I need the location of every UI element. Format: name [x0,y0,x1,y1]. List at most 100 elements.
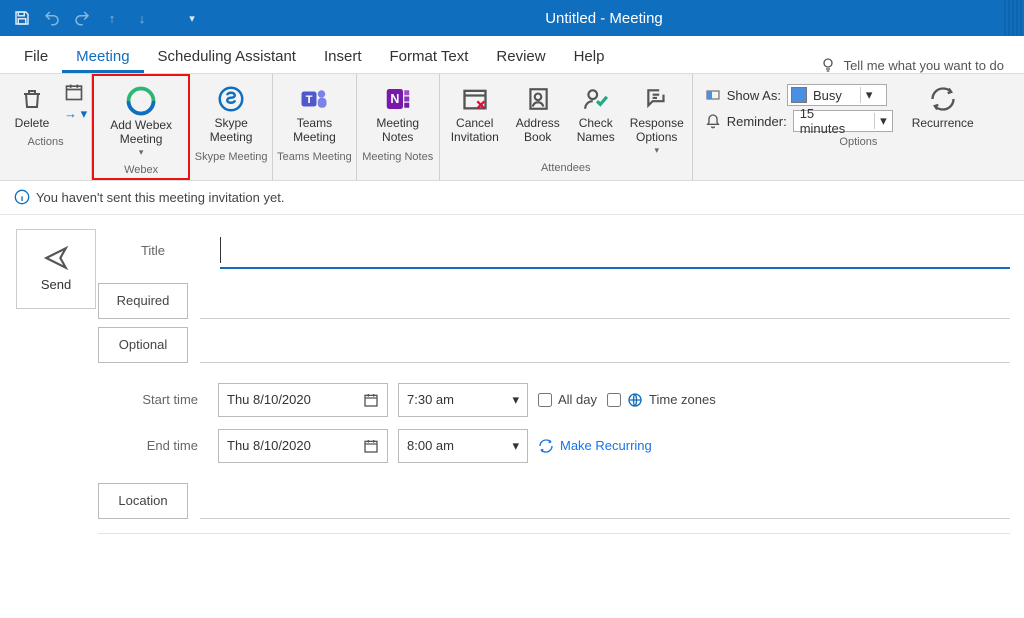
teams-icon: T [299,82,329,116]
recurrence-icon [929,82,957,116]
title-bar: ↑ ↓ ▾ Untitled - Meeting [0,0,1024,36]
recurrence-button[interactable]: Recurrence [905,78,981,134]
end-date-value: Thu 8/10/2020 [227,438,311,453]
location-input[interactable] [200,483,1010,519]
teams-meeting-button[interactable]: T Teams Meeting [277,78,351,149]
start-date-value: Thu 8/10/2020 [227,392,311,407]
teams-label: Teams Meeting [293,116,336,145]
save-icon[interactable] [10,6,34,30]
title-label: Title [98,243,208,258]
skype-icon [216,82,246,116]
tab-meeting[interactable]: Meeting [62,40,143,73]
delete-button[interactable]: Delete [4,78,60,134]
tab-format-text[interactable]: Format Text [375,40,482,73]
skype-label: Skype Meeting [210,116,253,145]
undo-icon[interactable] [40,6,64,30]
recurrence-small-icon [538,438,554,454]
tab-insert[interactable]: Insert [310,40,376,73]
window-title: Untitled - Meeting [204,10,1004,27]
lightbulb-icon [820,57,836,73]
reminder-icon [705,113,721,129]
required-button[interactable]: Required [98,283,188,319]
start-time-value: 7:30 am [407,392,454,407]
start-time-label: Start time [98,392,208,407]
tab-file[interactable]: File [10,40,62,73]
send-button[interactable]: Send [16,229,96,309]
address-book-button[interactable]: Address Book [510,78,566,149]
group-teams: T Teams Meeting Teams Meeting [273,74,357,180]
show-as-icon [705,87,721,103]
send-icon [43,245,69,271]
end-time-value: 8:00 am [407,438,454,453]
make-recurring-link[interactable]: Make Recurring [538,438,652,454]
response-options-icon [644,82,670,116]
redo-icon[interactable] [70,6,94,30]
reminder-dropdown[interactable]: 15 minutes ▾ [793,110,893,132]
optional-input[interactable] [200,327,1010,363]
response-options-label: Response Options [630,116,684,145]
location-button[interactable]: Location [98,483,188,519]
svg-text:N: N [390,92,399,106]
info-bar-text: You haven't sent this meeting invitation… [36,190,284,205]
end-time-picker[interactable]: 8:00 am ▾ [398,429,528,463]
time-zones-checkbox[interactable]: Time zones [607,392,716,408]
skype-meeting-button[interactable]: Skype Meeting [194,78,268,149]
calendar-small-icon[interactable] [64,82,87,102]
tell-me-search[interactable]: Tell me what you want to do [820,57,1024,73]
next-item-icon[interactable]: ↓ [130,6,154,30]
check-names-button[interactable]: Check Names [570,78,622,149]
tell-me-placeholder: Tell me what you want to do [844,58,1004,73]
tab-review[interactable]: Review [482,40,559,73]
end-time-label: End time [98,438,208,453]
group-attendees-label: Attendees [541,162,591,174]
group-webex: Add Webex Meeting ▾ Webex [92,74,190,180]
ribbon: Delete → ▾ Actions Add Webex Meeting ▾ W… [0,74,1024,181]
busy-swatch [791,87,807,103]
group-notes-label: Meeting Notes [362,151,433,163]
address-book-label: Address Book [516,116,560,145]
make-recurring-label: Make Recurring [560,438,652,453]
chevron-down-icon: ▾ [512,392,519,408]
response-options-button[interactable]: Response Options ▾ [626,78,688,160]
start-time-picker[interactable]: 7:30 am ▾ [398,383,528,417]
group-skype: Skype Meeting Skype Meeting [190,74,273,180]
check-names-label: Check Names [577,116,615,145]
tab-scheduling-assistant[interactable]: Scheduling Assistant [144,40,310,73]
show-as-dropdown[interactable]: Busy ▾ [787,84,887,106]
chevron-down-icon: ▾ [860,87,878,103]
title-input[interactable] [220,233,1010,269]
group-actions: Delete → ▾ Actions [0,74,92,180]
webex-icon [126,84,156,118]
show-as-value: Busy [807,88,860,103]
add-webex-meeting-button[interactable]: Add Webex Meeting ▾ [98,80,184,162]
recurrence-label: Recurrence [912,116,974,130]
window-grip [1004,0,1024,36]
optional-button[interactable]: Optional [98,327,188,363]
reminder-value: 15 minutes [794,106,874,136]
cancel-invitation-button[interactable]: Cancel Invitation [444,78,506,149]
all-day-label: All day [558,392,597,407]
calendar-icon [363,392,379,408]
group-webex-label: Webex [124,164,158,176]
required-input[interactable] [200,283,1010,319]
end-date-picker[interactable]: Thu 8/10/2020 [218,429,388,463]
delete-label: Delete [15,116,50,130]
compose-area: Send Title Required Optional Start time … [0,215,1024,534]
forward-small-icon[interactable]: → ▾ [64,106,87,122]
meeting-notes-button[interactable]: N Meeting Notes [361,78,435,149]
body-separator [98,533,1010,534]
reminder-label: Reminder: [727,114,787,129]
show-as-label: Show As: [727,88,781,103]
tab-help[interactable]: Help [560,40,619,73]
address-book-icon [525,82,551,116]
info-bar: You haven't sent this meeting invitation… [0,181,1024,215]
svg-text:T: T [306,94,313,106]
all-day-checkbox[interactable]: All day [538,392,597,407]
start-date-picker[interactable]: Thu 8/10/2020 [218,383,388,417]
customize-qat-icon[interactable]: ▾ [180,6,204,30]
chevron-down-icon: ▾ [654,145,659,156]
prev-item-icon[interactable]: ↑ [100,6,124,30]
group-options-label: Options [839,136,877,148]
time-zones-label: Time zones [649,392,716,407]
group-notes: N Meeting Notes Meeting Notes [357,74,440,180]
